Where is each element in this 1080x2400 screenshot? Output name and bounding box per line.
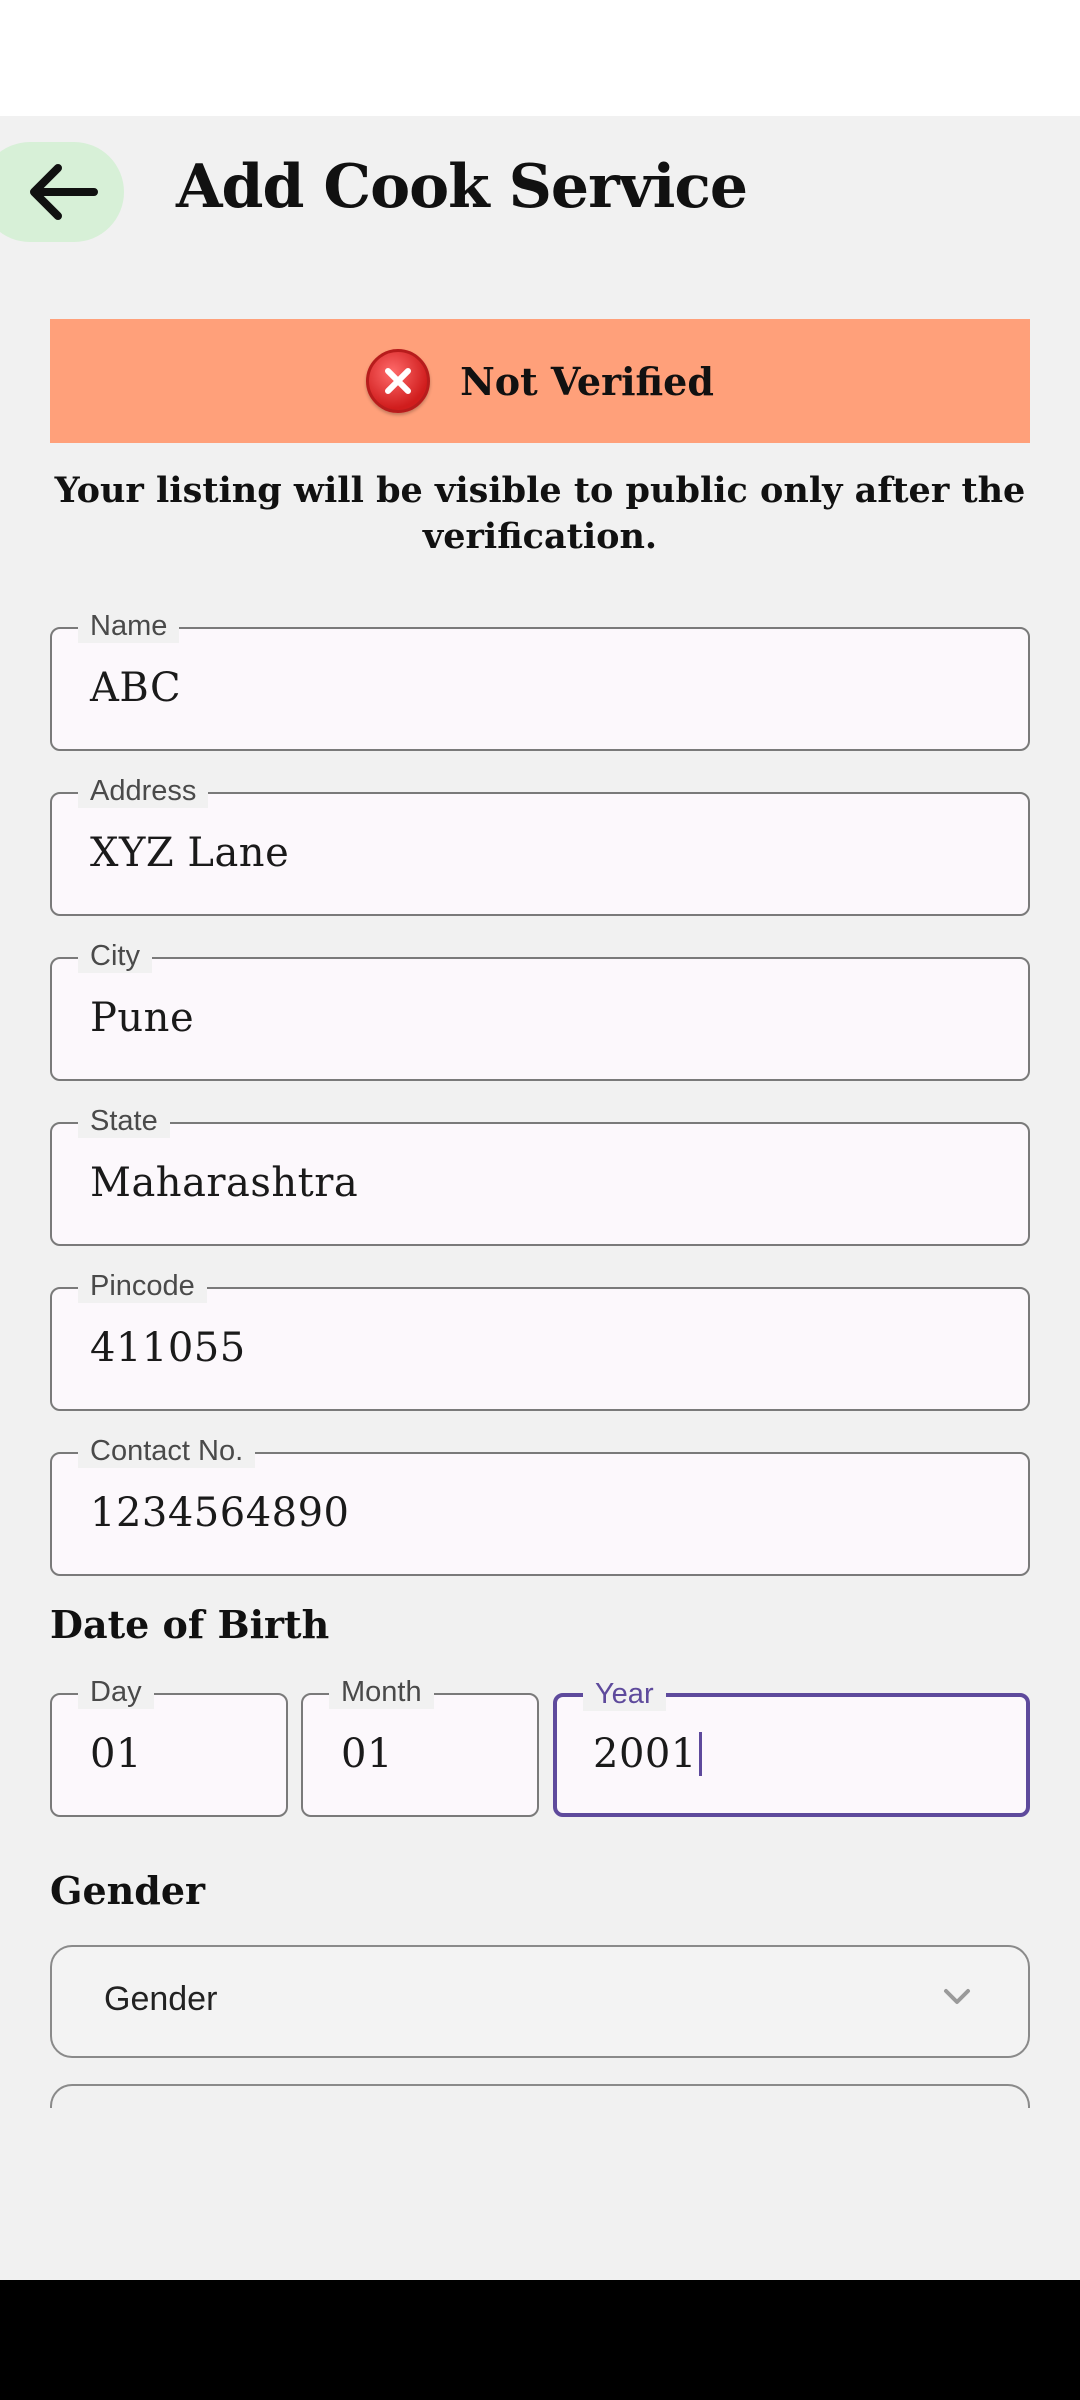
month-label: Month	[329, 1675, 434, 1712]
gender-title: Gender	[50, 1868, 206, 1913]
pincode-value: 411055	[90, 1325, 246, 1371]
status-bar	[0, 0, 1080, 116]
page-title: Add Cook Service	[176, 152, 748, 222]
gender-select[interactable]: Gender	[50, 1945, 1030, 2058]
contact-value: 1234564890	[90, 1490, 350, 1536]
error-circle-icon	[366, 349, 431, 413]
state-field[interactable]: State Maharashtra	[50, 1104, 1030, 1246]
address-label: Address	[78, 774, 209, 811]
system-nav-bar	[0, 2280, 1080, 2400]
month-field[interactable]: Month 01	[301, 1675, 539, 1817]
year-value: 2001	[593, 1731, 697, 1777]
contact-label: Contact No.	[78, 1434, 256, 1471]
state-value: Maharashtra	[90, 1160, 359, 1206]
next-field-partial[interactable]	[50, 2084, 1030, 2108]
name-value: ABC	[90, 665, 182, 711]
name-field[interactable]: Name ABC	[50, 609, 1030, 751]
city-label: City	[78, 939, 152, 976]
back-button[interactable]	[0, 142, 124, 242]
text-cursor	[698, 1732, 702, 1776]
city-value: Pune	[90, 995, 195, 1041]
verification-banner: Not Verified	[50, 319, 1030, 443]
gender-selected: Gender	[104, 1980, 218, 2018]
dob-title: Date of Birth	[50, 1602, 330, 1647]
address-value: XYZ Lane	[90, 830, 290, 876]
year-label: Year	[583, 1677, 666, 1714]
app-bar: Add Cook Service	[0, 116, 1080, 268]
day-value: 01	[90, 1731, 142, 1777]
verification-status: Not Verified	[460, 358, 714, 404]
arrow-left-icon	[30, 164, 98, 220]
day-field[interactable]: Day 01	[50, 1675, 288, 1817]
month-value: 01	[341, 1731, 393, 1777]
state-label: State	[78, 1104, 170, 1141]
address-field[interactable]: Address XYZ Lane	[50, 774, 1030, 916]
day-label: Day	[78, 1675, 154, 1712]
pincode-field[interactable]: Pincode 411055	[50, 1269, 1030, 1411]
verification-notice: Your listing will be visible to public o…	[54, 470, 1026, 557]
contact-field[interactable]: Contact No. 1234564890	[50, 1434, 1030, 1576]
chevron-down-icon	[944, 1989, 970, 2004]
city-field[interactable]: City Pune	[50, 939, 1030, 1081]
year-value-wrap: 2001	[593, 1731, 702, 1777]
name-label: Name	[78, 609, 180, 646]
pincode-label: Pincode	[78, 1269, 207, 1306]
year-field[interactable]: Year 2001	[553, 1677, 1030, 1817]
